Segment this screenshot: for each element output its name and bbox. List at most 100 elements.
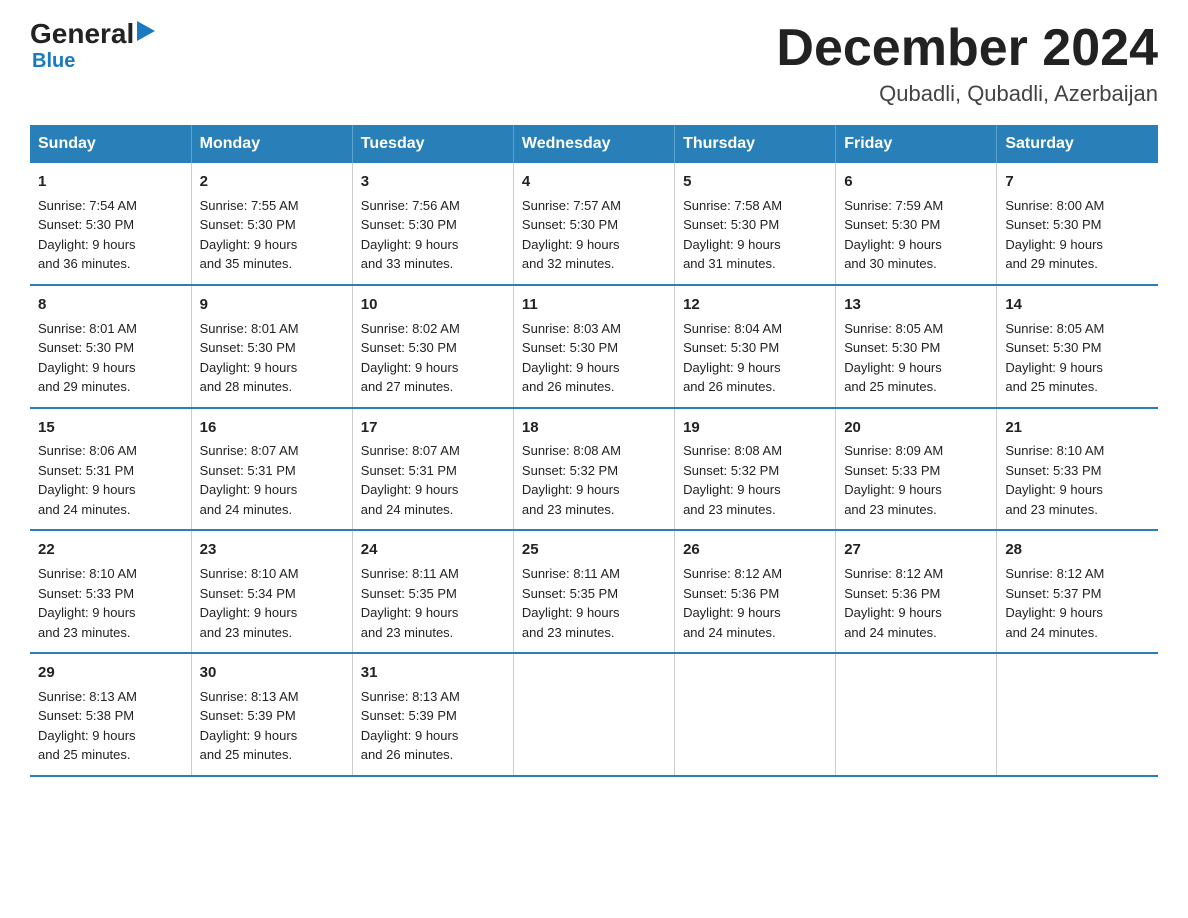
calendar-cell: 8 Sunrise: 8:01 AMSunset: 5:30 PMDaylight… [30,285,191,408]
day-number: 31 [361,662,505,684]
day-number: 7 [1005,171,1150,193]
title-area: December 2024 Qubadli, Qubadli, Azerbaij… [776,20,1158,107]
calendar-cell: 21Sunrise: 8:10 AMSunset: 5:33 PMDayligh… [997,408,1158,531]
day-info: Sunrise: 8:05 AMSunset: 5:30 PMDaylight:… [844,319,988,397]
day-number: 19 [683,417,827,439]
day-number: 23 [200,539,344,561]
day-number: 9 [200,294,344,316]
day-number: 15 [38,417,183,439]
day-number: 8 [38,294,183,316]
calendar-cell: 27Sunrise: 8:12 AMSunset: 5:36 PMDayligh… [836,530,997,653]
day-number: 10 [361,294,505,316]
calendar-cell: 28 Sunrise: 8:12 AMSunset: 5:37 PMDayligh… [997,530,1158,653]
day-number: 4 [522,171,666,193]
day-number: 18 [522,417,666,439]
calendar-cell: 23 Sunrise: 8:10 AMSunset: 5:34 PMDayligh… [191,530,352,653]
calendar-table: SundayMondayTuesdayWednesdayThursdayFrid… [30,125,1158,777]
day-info: Sunrise: 8:01 AMSunset: 5:30 PMDaylight:… [200,319,344,397]
calendar-cell: 26 Sunrise: 8:12 AMSunset: 5:36 PMDayligh… [675,530,836,653]
day-number: 3 [361,171,505,193]
day-info: Sunrise: 7:54 AMSunset: 5:30 PMDaylight:… [38,196,183,274]
day-info: Sunrise: 7:58 AMSunset: 5:30 PMDaylight:… [683,196,827,274]
calendar-cell: 29 Sunrise: 8:13 AMSunset: 5:38 PMDayligh… [30,653,191,776]
header-wednesday: Wednesday [513,125,674,163]
calendar-week-row: 15Sunrise: 8:06 AMSunset: 5:31 PMDayligh… [30,408,1158,531]
day-info: Sunrise: 8:07 AMSunset: 5:31 PMDaylight:… [361,441,505,519]
logo: General Blue [30,20,159,73]
day-number: 12 [683,294,827,316]
day-info: Sunrise: 8:08 AMSunset: 5:32 PMDaylight:… [522,441,666,519]
calendar-cell: 1 Sunrise: 7:54 AMSunset: 5:30 PMDaylight… [30,163,191,285]
day-info: Sunrise: 8:03 AMSunset: 5:30 PMDaylight:… [522,319,666,397]
day-number: 30 [200,662,344,684]
header-sunday: Sunday [30,125,191,163]
day-info: Sunrise: 8:13 AMSunset: 5:39 PMDaylight:… [361,687,505,765]
calendar-cell: 18Sunrise: 8:08 AMSunset: 5:32 PMDayligh… [513,408,674,531]
day-info: Sunrise: 8:12 AMSunset: 5:37 PMDaylight:… [1005,564,1150,642]
calendar-week-row: 1 Sunrise: 7:54 AMSunset: 5:30 PMDaylight… [30,163,1158,285]
day-info: Sunrise: 8:02 AMSunset: 5:30 PMDaylight:… [361,319,505,397]
day-info: Sunrise: 7:56 AMSunset: 5:30 PMDaylight:… [361,196,505,274]
day-info: Sunrise: 8:10 AMSunset: 5:33 PMDaylight:… [1005,441,1150,519]
calendar-week-row: 8 Sunrise: 8:01 AMSunset: 5:30 PMDaylight… [30,285,1158,408]
day-number: 1 [38,171,183,193]
day-number: 13 [844,294,988,316]
calendar-cell: 4 Sunrise: 7:57 AMSunset: 5:30 PMDaylight… [513,163,674,285]
day-info: Sunrise: 8:05 AMSunset: 5:30 PMDaylight:… [1005,319,1150,397]
calendar-cell: 2Sunrise: 7:55 AMSunset: 5:30 PMDaylight… [191,163,352,285]
calendar-cell: 31 Sunrise: 8:13 AMSunset: 5:39 PMDayligh… [352,653,513,776]
logo-blue-text: Blue [32,50,75,73]
calendar-cell: 15Sunrise: 8:06 AMSunset: 5:31 PMDayligh… [30,408,191,531]
logo-triangle-icon [137,21,159,43]
day-info: Sunrise: 8:11 AMSunset: 5:35 PMDaylight:… [522,564,666,642]
day-number: 17 [361,417,505,439]
day-info: Sunrise: 7:57 AMSunset: 5:30 PMDaylight:… [522,196,666,274]
day-info: Sunrise: 8:12 AMSunset: 5:36 PMDaylight:… [683,564,827,642]
day-info: Sunrise: 7:59 AMSunset: 5:30 PMDaylight:… [844,196,988,274]
day-number: 6 [844,171,988,193]
calendar-cell: 24 Sunrise: 8:11 AMSunset: 5:35 PMDayligh… [352,530,513,653]
day-number: 11 [522,294,666,316]
day-number: 20 [844,417,988,439]
day-number: 22 [38,539,183,561]
day-number: 5 [683,171,827,193]
day-number: 25 [522,539,666,561]
day-number: 24 [361,539,505,561]
calendar-header-row: SundayMondayTuesdayWednesdayThursdayFrid… [30,125,1158,163]
calendar-cell: 22Sunrise: 8:10 AMSunset: 5:33 PMDayligh… [30,530,191,653]
header-thursday: Thursday [675,125,836,163]
calendar-cell: 11 Sunrise: 8:03 AMSunset: 5:30 PMDayligh… [513,285,674,408]
calendar-cell: 19Sunrise: 8:08 AMSunset: 5:32 PMDayligh… [675,408,836,531]
day-number: 29 [38,662,183,684]
day-number: 28 [1005,539,1150,561]
calendar-cell: 30Sunrise: 8:13 AMSunset: 5:39 PMDayligh… [191,653,352,776]
day-info: Sunrise: 8:07 AMSunset: 5:31 PMDaylight:… [200,441,344,519]
day-number: 16 [200,417,344,439]
logo-general-text: General [30,20,134,48]
calendar-cell: 7Sunrise: 8:00 AMSunset: 5:30 PMDaylight… [997,163,1158,285]
calendar-week-row: 22Sunrise: 8:10 AMSunset: 5:33 PMDayligh… [30,530,1158,653]
day-number: 26 [683,539,827,561]
calendar-cell: 5 Sunrise: 7:58 AMSunset: 5:30 PMDaylight… [675,163,836,285]
calendar-cell: 16Sunrise: 8:07 AMSunset: 5:31 PMDayligh… [191,408,352,531]
day-info: Sunrise: 8:08 AMSunset: 5:32 PMDaylight:… [683,441,827,519]
page-header: General Blue December 2024 Qubadli, Quba… [30,20,1158,107]
calendar-cell: 10 Sunrise: 8:02 AMSunset: 5:30 PMDayligh… [352,285,513,408]
calendar-cell: 12Sunrise: 8:04 AMSunset: 5:30 PMDayligh… [675,285,836,408]
calendar-cell: 25 Sunrise: 8:11 AMSunset: 5:35 PMDayligh… [513,530,674,653]
calendar-cell [836,653,997,776]
day-info: Sunrise: 8:01 AMSunset: 5:30 PMDaylight:… [38,319,183,397]
day-info: Sunrise: 8:13 AMSunset: 5:38 PMDaylight:… [38,687,183,765]
calendar-cell: 14Sunrise: 8:05 AMSunset: 5:30 PMDayligh… [997,285,1158,408]
day-info: Sunrise: 8:06 AMSunset: 5:31 PMDaylight:… [38,441,183,519]
calendar-cell: 9 Sunrise: 8:01 AMSunset: 5:30 PMDaylight… [191,285,352,408]
calendar-week-row: 29 Sunrise: 8:13 AMSunset: 5:38 PMDayligh… [30,653,1158,776]
day-info: Sunrise: 8:10 AMSunset: 5:34 PMDaylight:… [200,564,344,642]
header-monday: Monday [191,125,352,163]
day-number: 21 [1005,417,1150,439]
calendar-cell [675,653,836,776]
header-saturday: Saturday [997,125,1158,163]
day-info: Sunrise: 7:55 AMSunset: 5:30 PMDaylight:… [200,196,344,274]
day-info: Sunrise: 8:11 AMSunset: 5:35 PMDaylight:… [361,564,505,642]
subtitle: Qubadli, Qubadli, Azerbaijan [776,81,1158,107]
